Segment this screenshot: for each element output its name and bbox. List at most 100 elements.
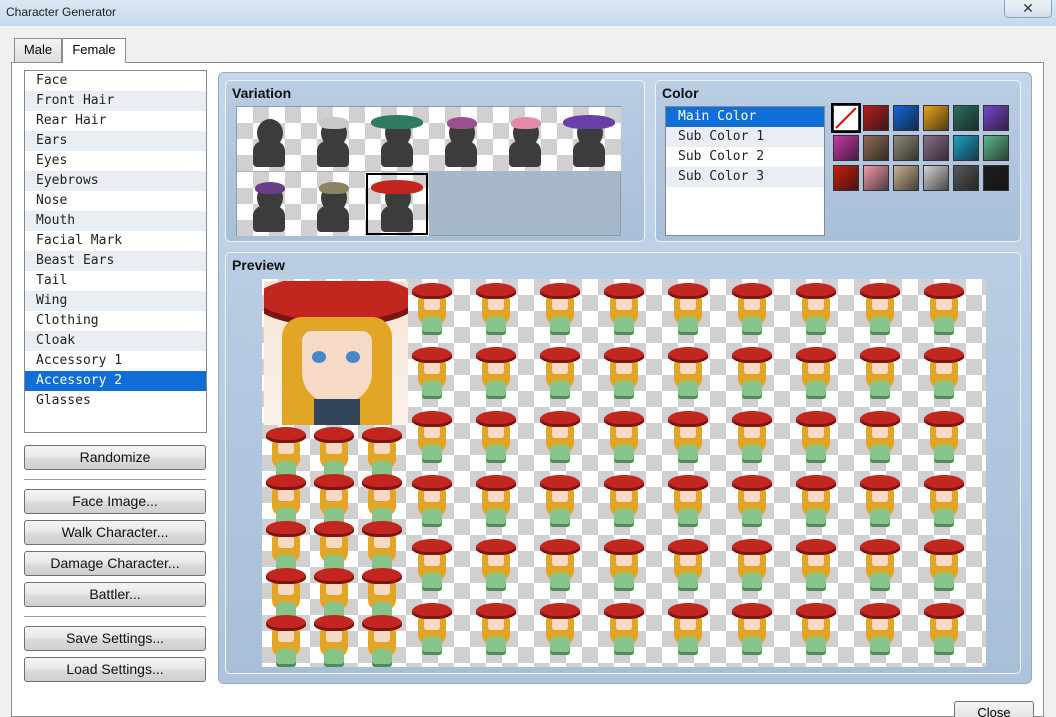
- color-swatch[interactable]: [893, 105, 919, 131]
- color-target-list[interactable]: Main Color Sub Color 1 Sub Color 2 Sub Colo…: [665, 106, 825, 236]
- color-swatch[interactable]: [863, 135, 889, 161]
- variation-option[interactable]: [237, 107, 301, 171]
- part-item[interactable]: Cloak: [25, 331, 206, 351]
- color-swatch[interactable]: [923, 105, 949, 131]
- tab-male[interactable]: Male: [14, 38, 62, 62]
- sprite-hat: [266, 568, 306, 584]
- swatch-none[interactable]: [831, 103, 861, 133]
- sprite-face: [488, 298, 504, 310]
- sprite-face: [680, 362, 696, 374]
- color-swatch[interactable]: [953, 135, 979, 161]
- color-swatch[interactable]: [893, 165, 919, 191]
- part-item[interactable]: Facial Mark: [25, 231, 206, 251]
- color-swatch[interactable]: [983, 165, 1009, 191]
- load-settings-button[interactable]: Load Settings...: [24, 657, 206, 682]
- sprite-face: [552, 490, 568, 502]
- color-swatch[interactable]: [833, 165, 859, 191]
- character-sprite: [730, 347, 774, 403]
- part-item[interactable]: Ears: [25, 131, 206, 151]
- variation-option[interactable]: [365, 172, 429, 236]
- sprite-face: [552, 362, 568, 374]
- sprite-body: [934, 637, 954, 655]
- color-swatch[interactable]: [923, 165, 949, 191]
- silhouette-body: [317, 206, 349, 232]
- color-target-item[interactable]: Main Color: [666, 107, 824, 127]
- part-item[interactable]: Nose: [25, 191, 206, 211]
- save-settings-button[interactable]: Save Settings...: [24, 626, 206, 651]
- variation-option[interactable]: [301, 107, 365, 171]
- sprite-body: [276, 649, 296, 667]
- part-item[interactable]: Accessory 1: [25, 351, 206, 371]
- sprite-face: [616, 298, 632, 310]
- accessory-icon: [319, 182, 349, 194]
- color-target-item[interactable]: Sub Color 3: [666, 167, 824, 187]
- close-button[interactable]: Close: [954, 701, 1034, 717]
- color-swatch[interactable]: [923, 135, 949, 161]
- color-swatch[interactable]: [953, 105, 979, 131]
- variation-option[interactable]: [237, 172, 301, 236]
- character-sprite: [602, 475, 646, 531]
- sprite-face: [424, 618, 440, 630]
- character-sprite: [794, 411, 838, 467]
- sprite-hat: [732, 347, 772, 363]
- sprite-hat: [924, 603, 964, 619]
- part-item[interactable]: Beast Ears: [25, 251, 206, 271]
- sprite-face: [808, 618, 824, 630]
- face-image-button[interactable]: Face Image...: [24, 489, 206, 514]
- variation-option[interactable]: [429, 107, 493, 171]
- variation-option[interactable]: [301, 172, 365, 236]
- sprite-face: [808, 298, 824, 310]
- color-swatch[interactable]: [893, 135, 919, 161]
- character-sprite: [794, 603, 838, 659]
- part-item[interactable]: Accessory 2: [25, 371, 206, 391]
- variation-option[interactable]: [365, 107, 429, 171]
- part-item[interactable]: Eyebrows: [25, 171, 206, 191]
- sprite-body: [934, 573, 954, 591]
- variation-option[interactable]: [493, 107, 557, 171]
- walk-character-button[interactable]: Walk Character...: [24, 520, 206, 545]
- sprite-body: [934, 445, 954, 463]
- part-item[interactable]: Wing: [25, 291, 206, 311]
- sprite-face: [552, 618, 568, 630]
- part-item[interactable]: Front Hair: [25, 91, 206, 111]
- sprite-face: [680, 618, 696, 630]
- part-list[interactable]: Face Front Hair Rear Hair Ears Eyes Eyebrows N…: [24, 70, 207, 433]
- color-target-item[interactable]: Sub Color 2: [666, 147, 824, 167]
- color-swatch[interactable]: [863, 105, 889, 131]
- color-swatch[interactable]: [983, 105, 1009, 131]
- part-item[interactable]: Glasses: [25, 391, 206, 411]
- color-swatch[interactable]: [833, 135, 859, 161]
- sprite-face: [374, 442, 390, 454]
- damage-character-button[interactable]: Damage Character...: [24, 551, 206, 576]
- character-sprite: [666, 475, 710, 531]
- window-close-button[interactable]: ✕: [1004, 0, 1052, 18]
- part-item[interactable]: Eyes: [25, 151, 206, 171]
- sprite-hat: [732, 283, 772, 299]
- part-item[interactable]: Tail: [25, 271, 206, 291]
- character-sprite: [666, 539, 710, 595]
- sprite-face: [744, 362, 760, 374]
- sprite-face: [744, 618, 760, 630]
- character-sprite: [602, 283, 646, 339]
- character-sprite: [474, 603, 518, 659]
- color-swatch[interactable]: [983, 135, 1009, 161]
- sprite-hat: [924, 347, 964, 363]
- randomize-button[interactable]: Randomize: [24, 445, 206, 470]
- part-item[interactable]: Rear Hair: [25, 111, 206, 131]
- color-swatch[interactable]: [953, 165, 979, 191]
- sprite-hat: [314, 474, 354, 490]
- character-sprite: [858, 603, 902, 659]
- color-target-item[interactable]: Sub Color 1: [666, 127, 824, 147]
- battler-button[interactable]: Battler...: [24, 582, 206, 607]
- character-sprite: [922, 539, 966, 595]
- sprite-face: [488, 554, 504, 566]
- part-item[interactable]: Face: [25, 71, 206, 91]
- sprite-hat: [732, 475, 772, 491]
- color-swatch[interactable]: [863, 165, 889, 191]
- sprite-body: [870, 445, 890, 463]
- part-item[interactable]: Mouth: [25, 211, 206, 231]
- part-item[interactable]: Clothing: [25, 311, 206, 331]
- sprite-face: [326, 536, 342, 548]
- tab-female[interactable]: Female: [62, 38, 126, 63]
- variation-option[interactable]: [557, 107, 621, 171]
